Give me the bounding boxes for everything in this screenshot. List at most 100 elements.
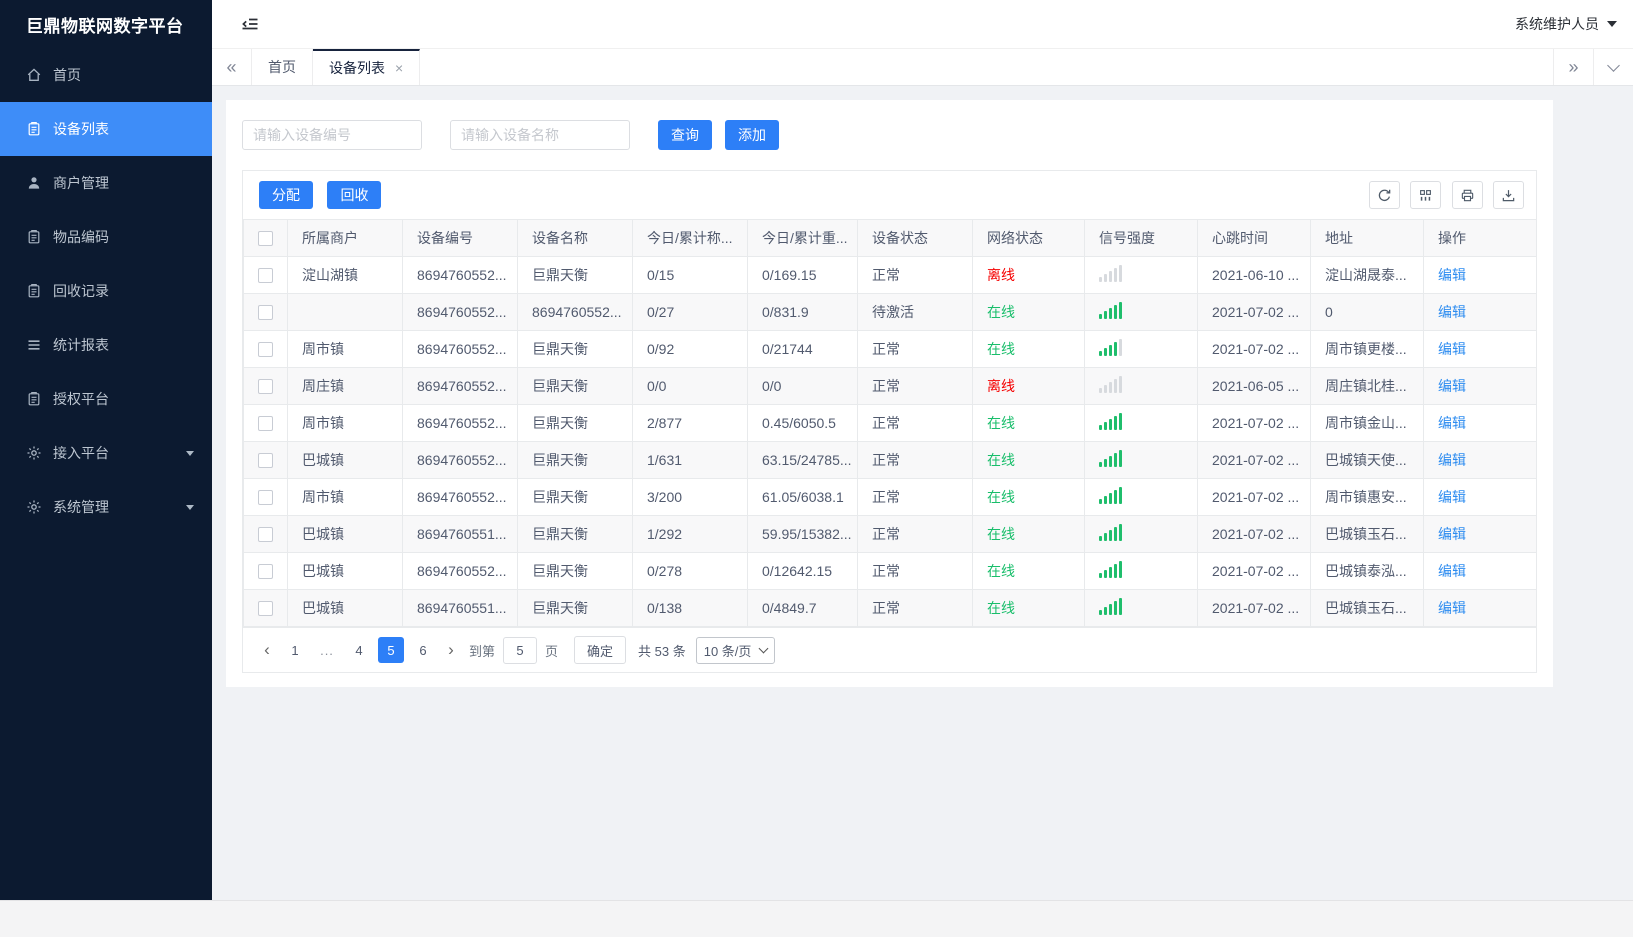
device-name-input[interactable] (450, 120, 630, 150)
tab-home[interactable]: 首页 (252, 49, 313, 85)
clipboard-icon (25, 229, 42, 246)
toolbar-left: 分配 回收 (259, 181, 391, 209)
sidebar-item-recycle-records[interactable]: 回收记录 (0, 264, 212, 318)
home-icon (25, 67, 42, 84)
cell-merchant (287, 293, 403, 331)
sidebar-item-authorization-platform[interactable]: 授权平台 (0, 372, 212, 426)
horizontal-scrollbar-track[interactable] (0, 900, 1633, 937)
sidebar-item-item-coding[interactable]: 物品编码 (0, 210, 212, 264)
row-checkbox[interactable] (258, 416, 273, 432)
cell-device-status: 正常 (857, 404, 973, 442)
cell-count: 0/278 (632, 552, 748, 590)
cell-address: 巴城镇玉石... (1310, 515, 1424, 553)
page-size-value: 10 条/页 (703, 643, 752, 659)
network-status: 在线 (987, 341, 1015, 357)
signal-strength-icon (1099, 376, 1122, 393)
refresh-icon (1378, 189, 1390, 201)
sidebar-item-label: 回收记录 (53, 283, 109, 299)
cell-count: 0/27 (632, 293, 748, 331)
col-merchant: 所属商户 (287, 219, 403, 257)
query-button[interactable]: 查询 (658, 120, 712, 150)
cell-weight: 0.45/6050.5 (747, 404, 858, 442)
assign-button[interactable]: 分配 (259, 181, 313, 209)
sidebar-item-system-management[interactable]: 系统管理 (0, 480, 212, 534)
user-menu[interactable]: 系统维护人员 (1515, 14, 1617, 34)
edit-link[interactable]: 编辑 (1438, 563, 1466, 579)
topbar: 系统维护人员 (212, 0, 1633, 48)
cell-count: 3/200 (632, 478, 748, 516)
row-checkbox[interactable] (258, 490, 273, 506)
row-checkbox[interactable] (258, 268, 273, 284)
sidebar-item-label: 商户管理 (53, 175, 109, 191)
sidebar-item-merchant-management[interactable]: 商户管理 (0, 156, 212, 210)
gear-icon (25, 445, 42, 462)
page-size-select[interactable]: 10 条/页 (695, 636, 776, 664)
cell-device-name: 巨鼎天衡 (517, 330, 633, 368)
network-status: 在线 (987, 600, 1015, 616)
search-row: 查询 添加 (242, 120, 1537, 150)
cell-address: 周市镇惠安... (1310, 478, 1424, 516)
row-checkbox[interactable] (258, 453, 273, 469)
row-checkbox[interactable] (258, 527, 273, 543)
cell-heartbeat: 2021-06-10 ... (1197, 256, 1311, 294)
edit-link[interactable]: 编辑 (1438, 304, 1466, 320)
tabs-menu-button[interactable] (1593, 49, 1633, 85)
recycle-button[interactable]: 回收 (327, 181, 382, 209)
close-icon[interactable] (395, 61, 403, 75)
chevron-left-icon (264, 640, 270, 660)
page-number-6[interactable]: 6 (410, 637, 436, 663)
page-number-1[interactable]: 1 (282, 637, 308, 663)
sidebar-fold-icon[interactable] (240, 14, 260, 34)
edit-link[interactable]: 编辑 (1438, 489, 1466, 505)
cell-operations: 编辑 (1423, 515, 1537, 553)
sidebar-item-home[interactable]: 首页 (0, 48, 212, 102)
edit-link[interactable]: 编辑 (1438, 600, 1466, 616)
page-number-5[interactable]: 5 (378, 637, 404, 663)
cell-device-status: 正常 (857, 552, 973, 590)
prev-page-button[interactable] (255, 637, 279, 663)
sidebar-item-label: 物品编码 (53, 229, 109, 245)
confirm-button[interactable]: 确定 (574, 636, 627, 664)
add-button[interactable]: 添加 (725, 120, 779, 150)
edit-link[interactable]: 编辑 (1438, 526, 1466, 542)
columns-button[interactable] (1410, 181, 1442, 209)
cell-device-name: 巨鼎天衡 (517, 441, 633, 479)
edit-link[interactable]: 编辑 (1438, 415, 1466, 431)
download-button[interactable] (1493, 181, 1524, 209)
cell-merchant: 巴城镇 (287, 515, 403, 553)
cell-device-no: 8694760552... (402, 256, 518, 294)
page-number-4[interactable]: 4 (346, 637, 372, 663)
row-checkbox[interactable] (258, 564, 273, 580)
goto-page-input[interactable] (503, 636, 538, 664)
table-wrapper: 分配 回收 所属商户 设备编号 设备名称 今日/累计称... 今日/累计重...… (242, 170, 1537, 673)
sidebar-item-statistics-report[interactable]: 统计报表 (0, 318, 212, 372)
row-checkbox[interactable] (258, 342, 273, 358)
cell-signal (1084, 478, 1198, 516)
tabs-scroll-right-button[interactable] (1553, 49, 1593, 85)
network-status: 在线 (987, 489, 1015, 505)
edit-link[interactable]: 编辑 (1438, 378, 1466, 394)
refresh-button[interactable] (1368, 181, 1400, 209)
row-checkbox[interactable] (258, 601, 273, 617)
edit-link[interactable]: 编辑 (1438, 267, 1466, 283)
row-checkbox[interactable] (258, 305, 273, 321)
cell-signal (1084, 330, 1198, 368)
tabs-scroll-left-button[interactable] (212, 49, 252, 85)
sidebar-item-device-list[interactable]: 设备列表 (0, 102, 212, 156)
tab-device-list[interactable]: 设备列表 (313, 49, 421, 85)
row-checkbox[interactable] (258, 379, 273, 395)
select-all-checkbox[interactable] (258, 231, 273, 247)
table-row: 周庄镇 8694760552... 巨鼎天衡 0/0 0/0 正常 离线 202… (243, 367, 1537, 405)
print-button[interactable] (1451, 181, 1483, 209)
sidebar-item-label: 统计报表 (53, 337, 109, 353)
cell-device-name: 巨鼎天衡 (517, 478, 633, 516)
edit-link[interactable]: 编辑 (1438, 452, 1466, 468)
next-page-button[interactable] (439, 637, 463, 663)
user-name: 系统维护人员 (1515, 16, 1599, 32)
device-no-input[interactable] (242, 120, 422, 150)
total-count: 共 53 条 (638, 643, 686, 659)
cell-device-name: 巨鼎天衡 (517, 404, 633, 442)
sidebar-item-access-platform[interactable]: 接入平台 (0, 426, 212, 480)
edit-link[interactable]: 编辑 (1438, 341, 1466, 357)
clipboard-icon (25, 283, 42, 300)
